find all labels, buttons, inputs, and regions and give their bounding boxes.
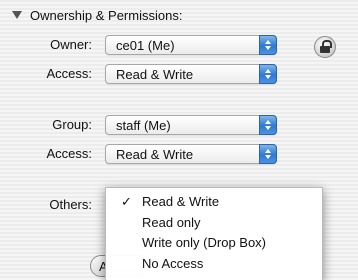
- others-label: Others:: [49, 197, 92, 212]
- menu-item-label: Read only: [142, 215, 201, 230]
- group-label: Group:: [52, 117, 92, 132]
- section-title: Ownership & Permissions:: [30, 7, 183, 23]
- menu-item-no-access[interactable]: No Access: [106, 254, 322, 273]
- menu-item-label: No Access: [142, 256, 204, 271]
- popup-arrows-icon: [259, 64, 277, 84]
- owner-access-label: Access:: [46, 66, 92, 81]
- menu-item-label: Read & Write: [142, 194, 220, 209]
- menu-item-read-only[interactable]: Read only: [106, 213, 322, 232]
- owner-popup[interactable]: ce01 (Me): [105, 35, 277, 55]
- owner-access-value: Read & Write: [116, 67, 194, 82]
- group-access-value: Read & Write: [116, 147, 194, 162]
- popup-arrows-icon: [259, 35, 277, 55]
- owner-label: Owner:: [50, 37, 92, 52]
- group-access-label: Access:: [46, 146, 92, 161]
- checkmark-icon: ✓: [121, 194, 132, 209]
- others-access-menu[interactable]: ✓ Read & Write Read only Write only (Dro…: [105, 187, 323, 280]
- disclosure-triangle-icon[interactable]: [12, 11, 22, 19]
- menu-item-read-write[interactable]: ✓ Read & Write: [106, 192, 322, 211]
- group-popup[interactable]: staff (Me): [105, 115, 277, 135]
- group-value: staff (Me): [116, 118, 171, 133]
- menu-item-label: Write only (Drop Box): [142, 235, 267, 250]
- popup-arrows-icon: [259, 115, 277, 135]
- menu-item-write-only[interactable]: Write only (Drop Box): [106, 233, 322, 252]
- ownership-permissions-header[interactable]: Ownership & Permissions:: [8, 6, 182, 24]
- popup-arrows-icon: [259, 144, 277, 164]
- lock-icon[interactable]: [314, 36, 336, 58]
- group-access-popup[interactable]: Read & Write: [105, 144, 277, 164]
- owner-access-popup[interactable]: Read & Write: [105, 64, 277, 84]
- owner-value: ce01 (Me): [116, 38, 175, 53]
